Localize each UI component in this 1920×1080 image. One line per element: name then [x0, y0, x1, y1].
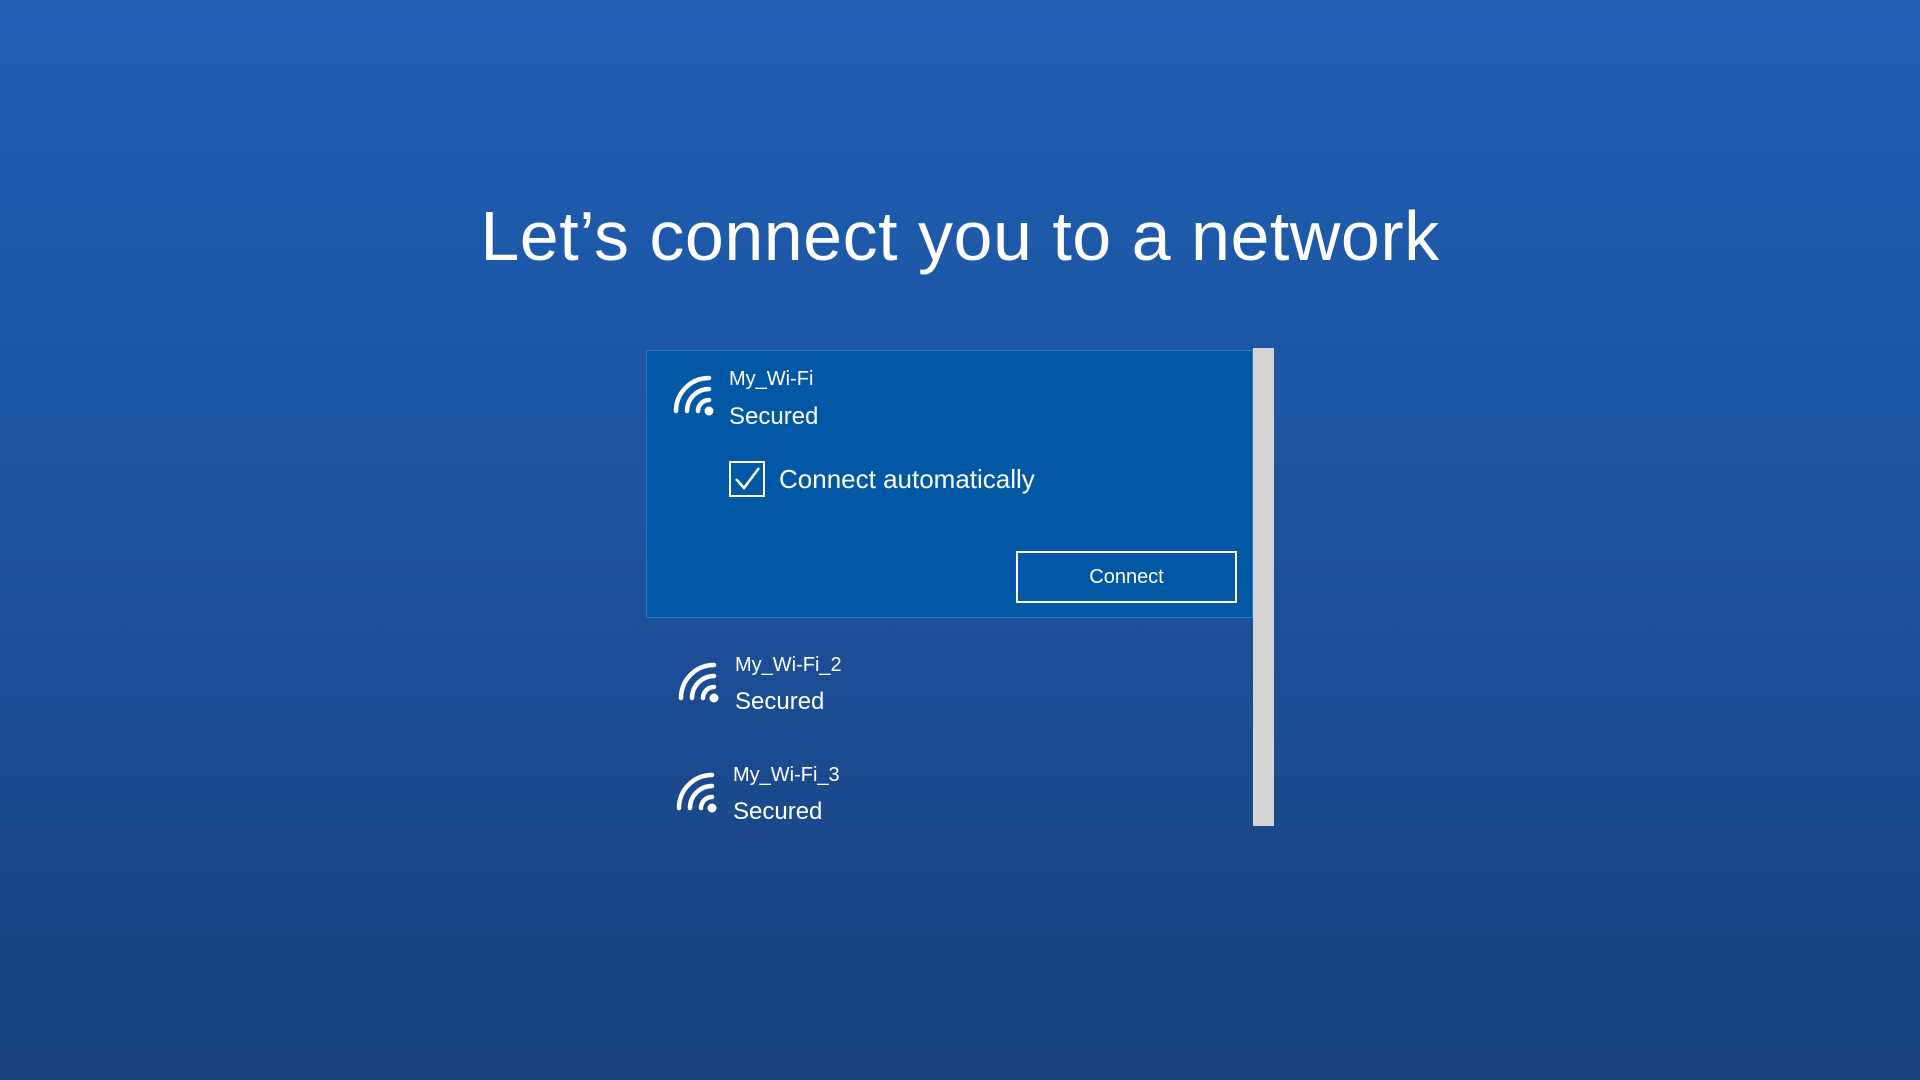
scrollbar[interactable] [1253, 348, 1274, 826]
wifi-icon [673, 375, 714, 416]
wifi-icon [676, 772, 717, 813]
checkbox-box[interactable] [729, 461, 765, 497]
wifi-icon [678, 662, 719, 703]
network-status: Secured [733, 798, 823, 825]
network-list: My_Wi-Fi Secured Connect automatically C… [646, 348, 1276, 826]
connect-automatically-label: Connect automatically [779, 463, 1035, 494]
network-item-my-wi-fi[interactable]: My_Wi-Fi Secured Connect automatically C… [646, 350, 1253, 618]
network-item-my-wi-fi-3[interactable]: My_Wi-Fi_3 Secured [646, 758, 1253, 848]
network-status: Secured [735, 688, 825, 715]
network-status: Secured [729, 403, 819, 430]
connect-button[interactable]: Connect [1016, 551, 1237, 603]
checkmark-icon [735, 467, 760, 490]
network-name: My_Wi-Fi_2 [735, 654, 842, 676]
network-name: My_Wi-Fi_3 [733, 764, 840, 786]
network-name: My_Wi-Fi [729, 368, 814, 390]
network-item-my-wi-fi-2[interactable]: My_Wi-Fi_2 Secured [646, 648, 1253, 738]
connect-automatically-checkbox[interactable]: Connect automatically [729, 460, 1035, 498]
page-title: Let’s connect you to a network [480, 197, 1440, 275]
